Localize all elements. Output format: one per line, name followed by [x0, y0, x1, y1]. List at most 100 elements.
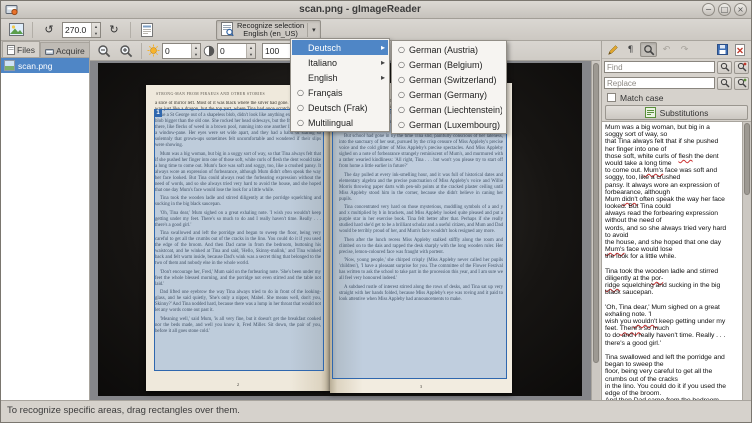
scrollbar-thumb[interactable] [744, 123, 750, 195]
file-list[interactable]: scan.png [1, 58, 89, 400]
substitutions-label: Substitutions [660, 108, 709, 118]
find-next-button[interactable] [734, 61, 749, 74]
output-line: those soft, white curls of flesh the den… [605, 153, 741, 160]
radio-indicator: ○ [295, 103, 306, 112]
zoom-out-button[interactable] [94, 42, 114, 60]
output-line: floor, being very careful to get all the [605, 368, 741, 375]
app-window: scan.png - gImageReader − □ × ↺ 270.0 ▲▼… [0, 0, 752, 423]
output-line: soggy, too, like a crushed [605, 174, 741, 181]
output-line: would take a long time [605, 160, 741, 167]
output-word: often speak the way her face [638, 196, 725, 203]
output-word: Mum [605, 196, 622, 203]
menu-item-german-austria[interactable]: ○German (Austria) [393, 42, 505, 57]
menu-item-deutsch[interactable]: Deutsch▸ [292, 40, 388, 55]
spin-arrows[interactable]: ▲▼ [191, 44, 200, 58]
output-word: her finger into one of [605, 146, 666, 153]
find-replace-button[interactable] [640, 42, 657, 57]
brightness-spinbox[interactable]: 0 ▲▼ [162, 43, 201, 59]
output-line: diligently at the por- [605, 275, 741, 282]
spin-arrows[interactable]: ▲▼ [91, 23, 100, 37]
menu-item-multilingual[interactable]: ○Multilingual [292, 115, 388, 130]
save-output-button[interactable] [714, 42, 731, 57]
find-prev-button[interactable] [717, 61, 732, 74]
output-line: black saucepan. [605, 289, 741, 296]
insert-mode-button[interactable] [604, 42, 621, 57]
recognize-icon [221, 22, 234, 37]
output-textarea[interactable]: Mum was a big woman, but big in asoggy s… [602, 121, 751, 400]
replace-input[interactable] [604, 77, 715, 89]
output-line [605, 261, 741, 268]
contrast-spinbox[interactable]: 0 ▲▼ [217, 43, 256, 59]
output-word: forbearance, although [605, 189, 670, 196]
undo-button[interactable]: ↶ [658, 42, 675, 57]
output-word: would take a long time [605, 160, 672, 167]
tab-files[interactable]: Files [2, 41, 40, 57]
menu-item-deutsch-frak[interactable]: ○Deutsch (Frak) [292, 100, 388, 115]
radio-indicator: ○ [295, 118, 306, 127]
output-line: her finger into one of [605, 146, 741, 153]
recognize-menu-arrow[interactable]: ▾ [307, 23, 316, 37]
spin-arrows[interactable]: ▲▼ [246, 44, 255, 58]
output-word: Tina swallowed and left the porridge and [605, 354, 725, 361]
german-submenu: ○German (Austria)○German (Belgium)○Germa… [391, 40, 507, 134]
canvas-vertical-scrollbar[interactable] [591, 61, 600, 400]
menu-item-label: German (Germany) [409, 90, 502, 100]
output-word: without the need of [605, 217, 662, 224]
output-toolbar: ¶ ↶ ↷ [602, 41, 751, 59]
output-line: Mum's face would lose [605, 246, 741, 253]
page-controls-button[interactable] [136, 20, 158, 40]
recognize-button[interactable]: Recognize selection English (en_US) ▾ [216, 20, 321, 40]
open-button[interactable] [5, 20, 27, 40]
maximize-button[interactable]: □ [718, 3, 731, 16]
output-word: always read the forbearing expression [605, 210, 718, 217]
tab-acquire[interactable]: Acquire [40, 42, 90, 57]
output-word: looked. But Tina could [605, 203, 671, 210]
file-list-item[interactable]: scan.png [1, 58, 89, 73]
selection-box-1[interactable]: 1 [154, 109, 324, 371]
redo-button[interactable]: ↷ [676, 42, 693, 57]
menu-item-italiano[interactable]: Italiano▸ [292, 55, 388, 70]
scrollbar-thumb[interactable] [593, 63, 599, 363]
substitutions-button[interactable]: Substitutions [605, 105, 748, 120]
menu-item-label: German (Switzerland) [409, 75, 502, 85]
menu-item-label: German (Austria) [409, 45, 502, 55]
rotate-left-button[interactable]: ↺ [38, 20, 60, 40]
window-title: scan.png - gImageReader [22, 1, 698, 18]
menu-item-german-belgium[interactable]: ○German (Belgium) [393, 57, 505, 72]
output-word: in the lino. You could do it if you used… [605, 383, 726, 390]
menu-item-german-germany[interactable]: ○German (Germany) [393, 87, 505, 102]
menu-item-label: Deutsch [308, 43, 375, 53]
menu-item-german-luxembourg[interactable]: ○German (Luxembourg) [393, 117, 505, 132]
menu-item-german-switzerland[interactable]: ○German (Switzerland) [393, 72, 505, 87]
output-word: edge of the broom. [605, 390, 661, 397]
replace-button[interactable] [717, 77, 732, 90]
output-word: words, and so she always tried very hard [605, 225, 726, 232]
output-line: crumbs out of the cracks [605, 376, 741, 383]
rotate-right-button[interactable]: ↻ [103, 20, 125, 40]
output-scrollbar[interactable] [742, 122, 751, 400]
minimize-button[interactable]: − [702, 3, 715, 16]
zoom-in-button[interactable] [116, 42, 136, 60]
menu-item-english[interactable]: English▸ [292, 70, 388, 85]
output-line: words, and so she always tried very hard [605, 225, 741, 232]
match-case-checkbox[interactable] [607, 93, 616, 102]
close-button[interactable]: × [734, 3, 747, 16]
output-line: in the lino. You could do it if you used… [605, 383, 741, 390]
substitutions-icon [645, 107, 656, 118]
image-file-icon [4, 60, 15, 71]
output-line: feet. There's so much [605, 325, 741, 332]
find-input[interactable] [604, 61, 715, 73]
selection-box-2[interactable]: 2 [332, 109, 507, 379]
output-line [605, 297, 741, 304]
clear-output-button[interactable] [732, 42, 749, 57]
menu-item-german-liechtenstein[interactable]: ○German (Liechtenstein) [393, 102, 505, 117]
output-line: Tina took the wooden ladle and stirred [605, 268, 741, 275]
menu-item-fran-ais[interactable]: ○Français [292, 85, 388, 100]
rotation-spinbox[interactable]: 270.0 ▲▼ [62, 22, 101, 38]
replace-all-button[interactable] [734, 77, 749, 90]
output-line: 'Oh, Tina dear,' Mum sighed on a great [605, 304, 741, 311]
output-text[interactable]: Mum was a big woman, but big in asoggy s… [605, 124, 741, 400]
strip-linebreaks-button[interactable]: ¶ [622, 42, 639, 57]
submenu-arrow-icon: ▸ [377, 43, 385, 52]
output-word: there's a good girl.' [605, 340, 661, 347]
